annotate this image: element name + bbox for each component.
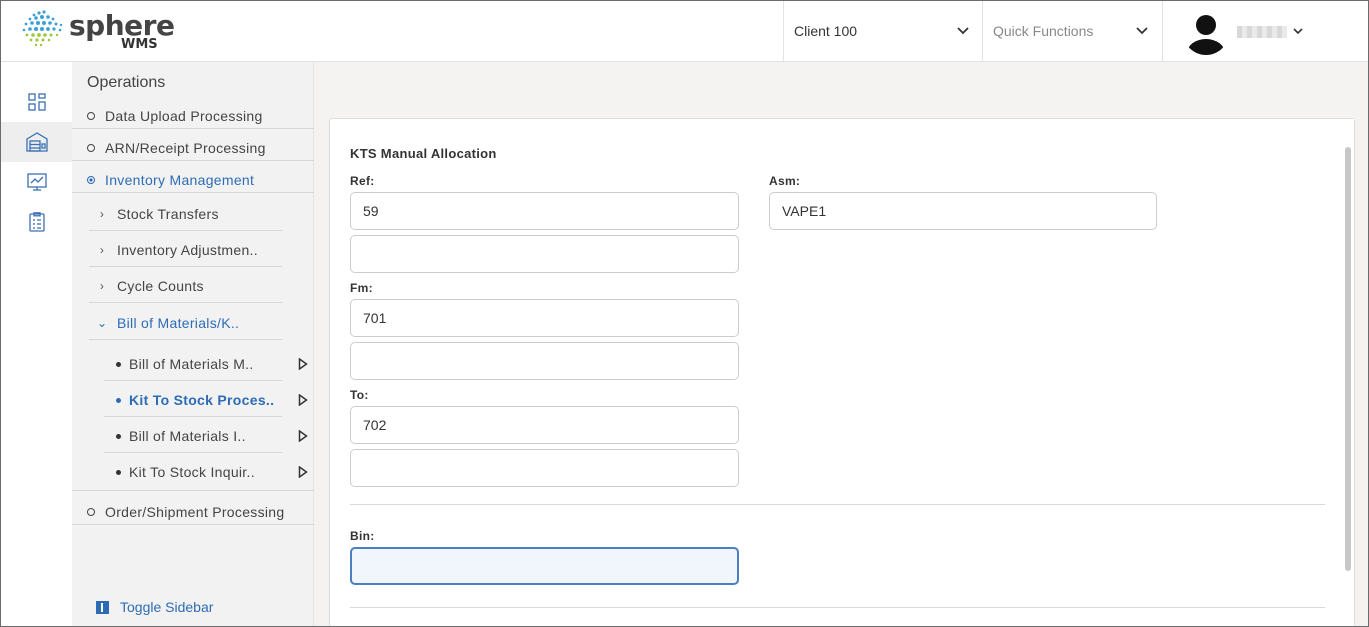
sidebar-item-bill-of-materials-kits[interactable]: ⌄ Bill of Materials/K.. xyxy=(97,307,239,339)
chevron-right-icon: › xyxy=(99,243,105,257)
chevron-right-icon: › xyxy=(99,279,105,293)
form-scrollbar[interactable] xyxy=(1340,119,1354,626)
divider xyxy=(89,266,282,267)
divider xyxy=(72,192,314,193)
sidebar-item-label: Bill of Materials I.. xyxy=(129,428,246,444)
circle-bullet-active-icon xyxy=(87,176,95,184)
ref-label: Ref: xyxy=(350,174,375,188)
play-arrow-icon[interactable] xyxy=(298,358,308,370)
fm-label: Fm: xyxy=(350,281,373,295)
divider xyxy=(72,524,314,525)
bin-label: Bin: xyxy=(350,529,375,543)
scrollbar-thumb[interactable] xyxy=(1345,147,1351,571)
to-input[interactable] xyxy=(350,406,739,444)
user-avatar-icon xyxy=(1183,9,1229,55)
sidebar-item-label: Order/Shipment Processing xyxy=(105,504,285,520)
chevron-down-icon: ⌄ xyxy=(97,316,108,330)
divider xyxy=(89,302,282,303)
dot-bullet-icon xyxy=(116,469,121,475)
warehouse-icon xyxy=(25,132,48,152)
sidebar-item-label: Stock Transfers xyxy=(117,206,219,222)
sidebar-item-label: Inventory Management xyxy=(105,172,255,188)
ref-input-secondary[interactable] xyxy=(350,235,739,273)
operations-sidebar: Operations Data Upload Processing ARN/Re… xyxy=(72,62,314,626)
play-arrow-icon[interactable] xyxy=(298,394,308,406)
rail-warehouse[interactable] xyxy=(1,122,72,162)
asm-label: Asm: xyxy=(769,174,801,188)
divider xyxy=(72,128,314,129)
toggle-sidebar-button[interactable]: Toggle Sidebar xyxy=(96,599,213,615)
sidebar-item-label: Cycle Counts xyxy=(117,278,204,294)
globe-logo-icon xyxy=(22,10,63,47)
chevron-down-icon xyxy=(1136,27,1148,35)
sidebar-item-label: Kit To Stock Proces.. xyxy=(129,392,275,408)
sidebar-item-label: Kit To Stock Inquir.. xyxy=(129,464,255,480)
rail-reports[interactable] xyxy=(1,162,72,202)
dot-bullet-icon xyxy=(116,433,121,439)
sidebar-title: Operations xyxy=(87,74,166,91)
sidebar-item-kit-to-stock-processing[interactable]: Kit To Stock Proces.. xyxy=(116,384,274,416)
to-label: To: xyxy=(350,388,369,402)
logo-secondary-text: WMS xyxy=(121,37,158,52)
play-arrow-icon[interactable] xyxy=(298,430,308,442)
divider xyxy=(104,416,282,417)
sidebar-item-kit-to-stock-inquiry[interactable]: Kit To Stock Inquir.. xyxy=(116,456,255,488)
dot-bullet-active-icon xyxy=(116,397,121,403)
asm-input[interactable] xyxy=(769,192,1157,230)
checklist-icon xyxy=(28,212,45,232)
rail-checklist[interactable] xyxy=(1,202,72,242)
to-input-secondary[interactable] xyxy=(350,449,739,487)
main-content: KTS Manual Allocation Ref: Asm: Fm: To: … xyxy=(314,62,1368,626)
form-title: KTS Manual Allocation xyxy=(350,146,497,161)
chevron-down-icon xyxy=(957,27,969,35)
chevron-right-icon: › xyxy=(99,207,105,221)
sidebar-item-label: ARN/Receipt Processing xyxy=(105,140,266,156)
client-selector[interactable]: Client 100 xyxy=(783,1,983,61)
app-window: sphere WMS Client 100 Quick Functions Op… xyxy=(0,0,1369,627)
chevron-down-icon xyxy=(1293,28,1303,35)
quick-functions-placeholder: Quick Functions xyxy=(993,23,1094,39)
user-menu[interactable] xyxy=(1162,1,1368,61)
divider xyxy=(89,339,282,340)
sidebar-item-cycle-counts[interactable]: › Cycle Counts xyxy=(97,270,204,302)
kts-allocation-form: KTS Manual Allocation Ref: Asm: Fm: To: … xyxy=(329,118,1355,626)
divider xyxy=(89,230,282,231)
divider xyxy=(104,380,282,381)
username-redacted xyxy=(1237,26,1287,38)
divider xyxy=(104,452,282,453)
sidebar-item-bom-inquiry[interactable]: Bill of Materials I.. xyxy=(116,420,246,452)
fm-input-secondary[interactable] xyxy=(350,342,739,380)
dashboard-icon xyxy=(27,93,46,111)
play-arrow-icon[interactable] xyxy=(298,466,308,478)
toggle-sidebar-label: Toggle Sidebar xyxy=(120,599,214,615)
sidebar-toggle-icon xyxy=(96,600,109,614)
quick-functions-selector[interactable]: Quick Functions xyxy=(982,1,1162,61)
icon-rail xyxy=(1,62,72,626)
section-divider xyxy=(350,504,1325,505)
sidebar-item-inventory-adjustments[interactable]: › Inventory Adjustmen.. xyxy=(97,234,258,266)
rail-dashboard[interactable] xyxy=(1,82,72,122)
sidebar-item-bom-maintenance[interactable]: Bill of Materials M.. xyxy=(116,348,254,380)
client-selector-value: Client 100 xyxy=(794,23,858,39)
sidebar-item-label: Inventory Adjustmen.. xyxy=(117,242,258,258)
circle-bullet-icon xyxy=(87,112,95,120)
sphere-wms-logo[interactable]: sphere WMS xyxy=(19,7,179,55)
ref-input[interactable] xyxy=(350,192,739,230)
sidebar-item-label: Data Upload Processing xyxy=(105,108,263,124)
fm-input[interactable] xyxy=(350,299,739,337)
top-header: sphere WMS Client 100 Quick Functions xyxy=(1,1,1368,62)
circle-bullet-icon xyxy=(87,144,95,152)
divider xyxy=(72,160,314,161)
divider xyxy=(72,490,314,491)
sidebar-item-stock-transfers[interactable]: › Stock Transfers xyxy=(97,198,219,230)
sidebar-item-label: Bill of Materials/K.. xyxy=(117,315,240,331)
report-chart-icon xyxy=(26,173,47,191)
circle-bullet-icon xyxy=(87,508,95,516)
bin-input[interactable] xyxy=(350,547,739,585)
sidebar-item-label: Bill of Materials M.. xyxy=(129,356,254,372)
dot-bullet-icon xyxy=(116,361,121,367)
section-divider xyxy=(350,607,1325,608)
